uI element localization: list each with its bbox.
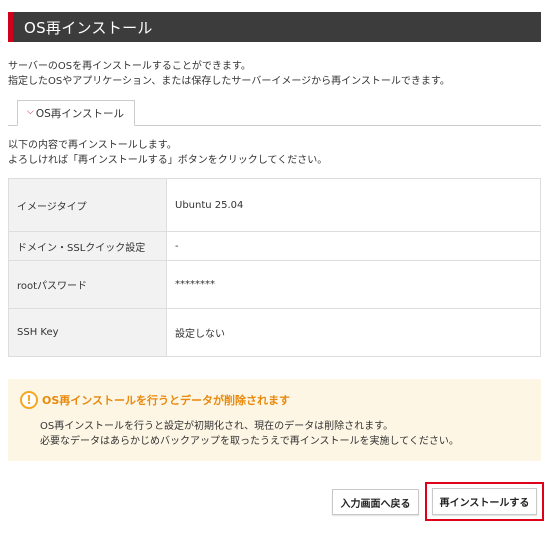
- tab-os-reinstall[interactable]: ⌵ OS再インストール: [17, 100, 136, 126]
- warning-line-1: OS再インストールを行うと設定が初期化され、現在のデータは削除されます。: [40, 421, 394, 432]
- warning-box: ! OS再インストールを行うとデータが削除されます OS再インストールを行うと設…: [8, 379, 541, 461]
- row-label: rootパスワード: [8, 260, 167, 309]
- row-value: ********: [166, 260, 541, 309]
- description-line-2: よろしければ「再インストールする」ボタンをクリックしてください。: [8, 155, 328, 166]
- row-label: SSH Key: [8, 308, 167, 357]
- row-value: 設定しない: [166, 308, 541, 357]
- intro-line-1: サーバーのOSを再インストールすることができます。: [8, 61, 251, 72]
- description-line-1: 以下の内容で再インストールします。: [8, 140, 177, 151]
- intro-text: サーバーのOSを再インストールすることができます。 指定したOSやアプリケーショ…: [8, 59, 541, 89]
- row-label: イメージタイプ: [8, 178, 167, 232]
- table-row: ドメイン・SSLクイック設定 -: [8, 231, 541, 261]
- page-title: OS再インストール: [24, 18, 153, 37]
- info-table: イメージタイプ Ubuntu 25.04 ドメイン・SSLクイック設定 - ro…: [8, 178, 541, 357]
- row-value: -: [166, 231, 541, 261]
- warning-header: ! OS再インストールを行うとデータが削除されます: [20, 391, 290, 409]
- tab-label: OS再インストール: [35, 107, 125, 120]
- table-row: rootパスワード ********: [8, 260, 541, 309]
- warning-line-2: 必要なデータはあらかじめバックアップを取ったうえで再インストールを実施してくださ…: [40, 436, 459, 447]
- back-button[interactable]: 入力画面へ戻る: [332, 489, 419, 515]
- chevron-down-icon: ⌵: [27, 107, 34, 117]
- description-text: 以下の内容で再インストールします。 よろしければ「再インストールする」ボタンをク…: [8, 138, 541, 168]
- reinstall-button[interactable]: 再インストールする: [432, 488, 537, 515]
- table-row: イメージタイプ Ubuntu 25.04: [8, 178, 541, 232]
- warning-text: OS再インストールを行うと設定が初期化され、現在のデータは削除されます。 必要な…: [40, 419, 459, 449]
- reinstall-highlight: 再インストールする: [425, 482, 544, 521]
- exclamation-icon: !: [20, 391, 38, 409]
- intro-line-2: 指定したOSやアプリケーション、または保存したサーバーイメージから再インストール…: [8, 76, 450, 87]
- row-value: Ubuntu 25.04: [166, 178, 541, 232]
- tab-bar: ⌵ OS再インストール: [8, 100, 541, 126]
- table-row: SSH Key 設定しない: [8, 308, 541, 357]
- page-header: OS再インストール: [8, 12, 541, 42]
- warning-title: OS再インストールを行うとデータが削除されます: [42, 394, 291, 407]
- row-label: ドメイン・SSLクイック設定: [8, 231, 167, 261]
